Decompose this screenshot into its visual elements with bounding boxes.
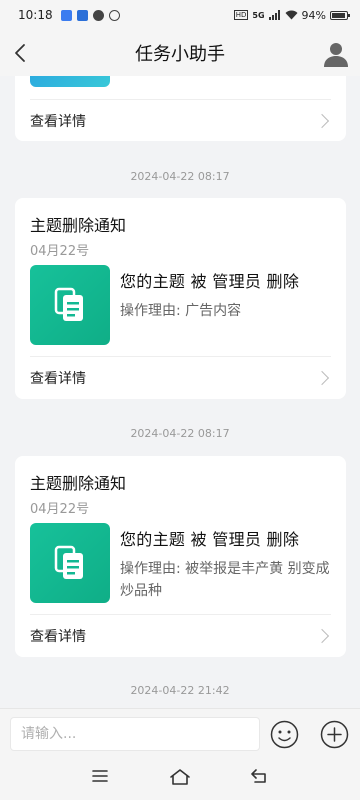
emoji-icon [270, 720, 299, 749]
network-label: 5G [252, 10, 265, 20]
message-title: 您的主题 被 管理员 删除 [120, 530, 300, 549]
notification-app-icon [76, 9, 88, 21]
message-input[interactable] [10, 717, 260, 751]
card-title: 主题删除通知 [30, 216, 127, 235]
view-details-row[interactable]: 查看详情 [30, 100, 331, 142]
card-thumbnail [30, 523, 110, 603]
message-feed[interactable]: 查看详情 2024-04-22 08:17 主题删除通知 04月22号 您的主题… [0, 76, 360, 708]
page-title: 任务小助手 [135, 44, 225, 65]
back-button[interactable] [8, 41, 32, 65]
plus-icon [320, 720, 349, 749]
view-details-label: 查看详情 [30, 629, 86, 645]
message-card[interactable]: 主题删除通知 04月22号 您的主题 被 管理员 删除 操作理由: 广告内容 查… [15, 198, 346, 399]
battery-icon [330, 10, 350, 20]
message-timestamp: 2024-04-22 21:42 [130, 684, 230, 697]
document-icon [54, 545, 83, 579]
menu-nav-button[interactable] [90, 768, 114, 790]
wifi-icon [285, 10, 298, 20]
card-date: 04月22号 [30, 244, 90, 259]
home-icon [170, 769, 190, 785]
chevron-right-icon [314, 628, 330, 644]
message-reason: 操作理由: 被举报是丰产黄 别变成炒品种 [120, 561, 330, 599]
view-details-label: 查看详情 [30, 371, 86, 387]
message-reason: 操作理由: 广告内容 [120, 303, 242, 319]
system-navigation-bar [0, 758, 360, 800]
home-nav-button[interactable] [169, 768, 193, 790]
status-bar: 10:18 HD 5G 94% [0, 0, 360, 30]
message-input-bar [0, 708, 360, 758]
header: 任务小助手 [0, 30, 360, 76]
back-arrow-icon [15, 44, 25, 62]
card-thumbnail [30, 265, 110, 345]
hd-icon: HD [233, 10, 249, 20]
battery-label: 94% [301, 8, 326, 22]
message-card[interactable]: 主题删除通知 04月22号 您的主题 被 管理员 删除 操作理由: 被举报是丰产… [15, 456, 346, 657]
message-timestamp: 2024-04-22 08:17 [130, 427, 230, 440]
status-time: 10:18 [18, 8, 53, 22]
chevron-right-icon [314, 370, 330, 386]
card-thumbnail [30, 76, 110, 87]
view-details-label: 查看详情 [30, 114, 86, 130]
document-icon [54, 287, 83, 321]
menu-icon [92, 770, 108, 782]
back-nav-button[interactable] [250, 768, 274, 790]
chat-app-icon [92, 9, 104, 21]
card-title: 主题删除通知 [30, 474, 127, 493]
user-profile-button[interactable] [322, 40, 350, 68]
view-details-row[interactable]: 查看详情 [30, 357, 331, 399]
notification-app-icon [60, 9, 72, 21]
chevron-right-icon [314, 113, 330, 129]
message-card: 查看详情 [15, 76, 346, 141]
status-left: 10:18 [18, 8, 120, 22]
view-details-row[interactable]: 查看详情 [30, 615, 331, 657]
add-attachment-button[interactable] [320, 720, 349, 749]
message-title: 您的主题 被 管理员 删除 [120, 272, 300, 291]
notification-app-icon [108, 9, 120, 21]
status-right: HD 5G 94% [233, 8, 350, 22]
signal-icon [268, 10, 280, 20]
user-icon [324, 43, 348, 67]
return-icon [251, 769, 266, 783]
card-date: 04月22号 [30, 502, 90, 517]
emoji-button[interactable] [270, 720, 299, 749]
message-timestamp: 2024-04-22 08:17 [130, 170, 230, 183]
